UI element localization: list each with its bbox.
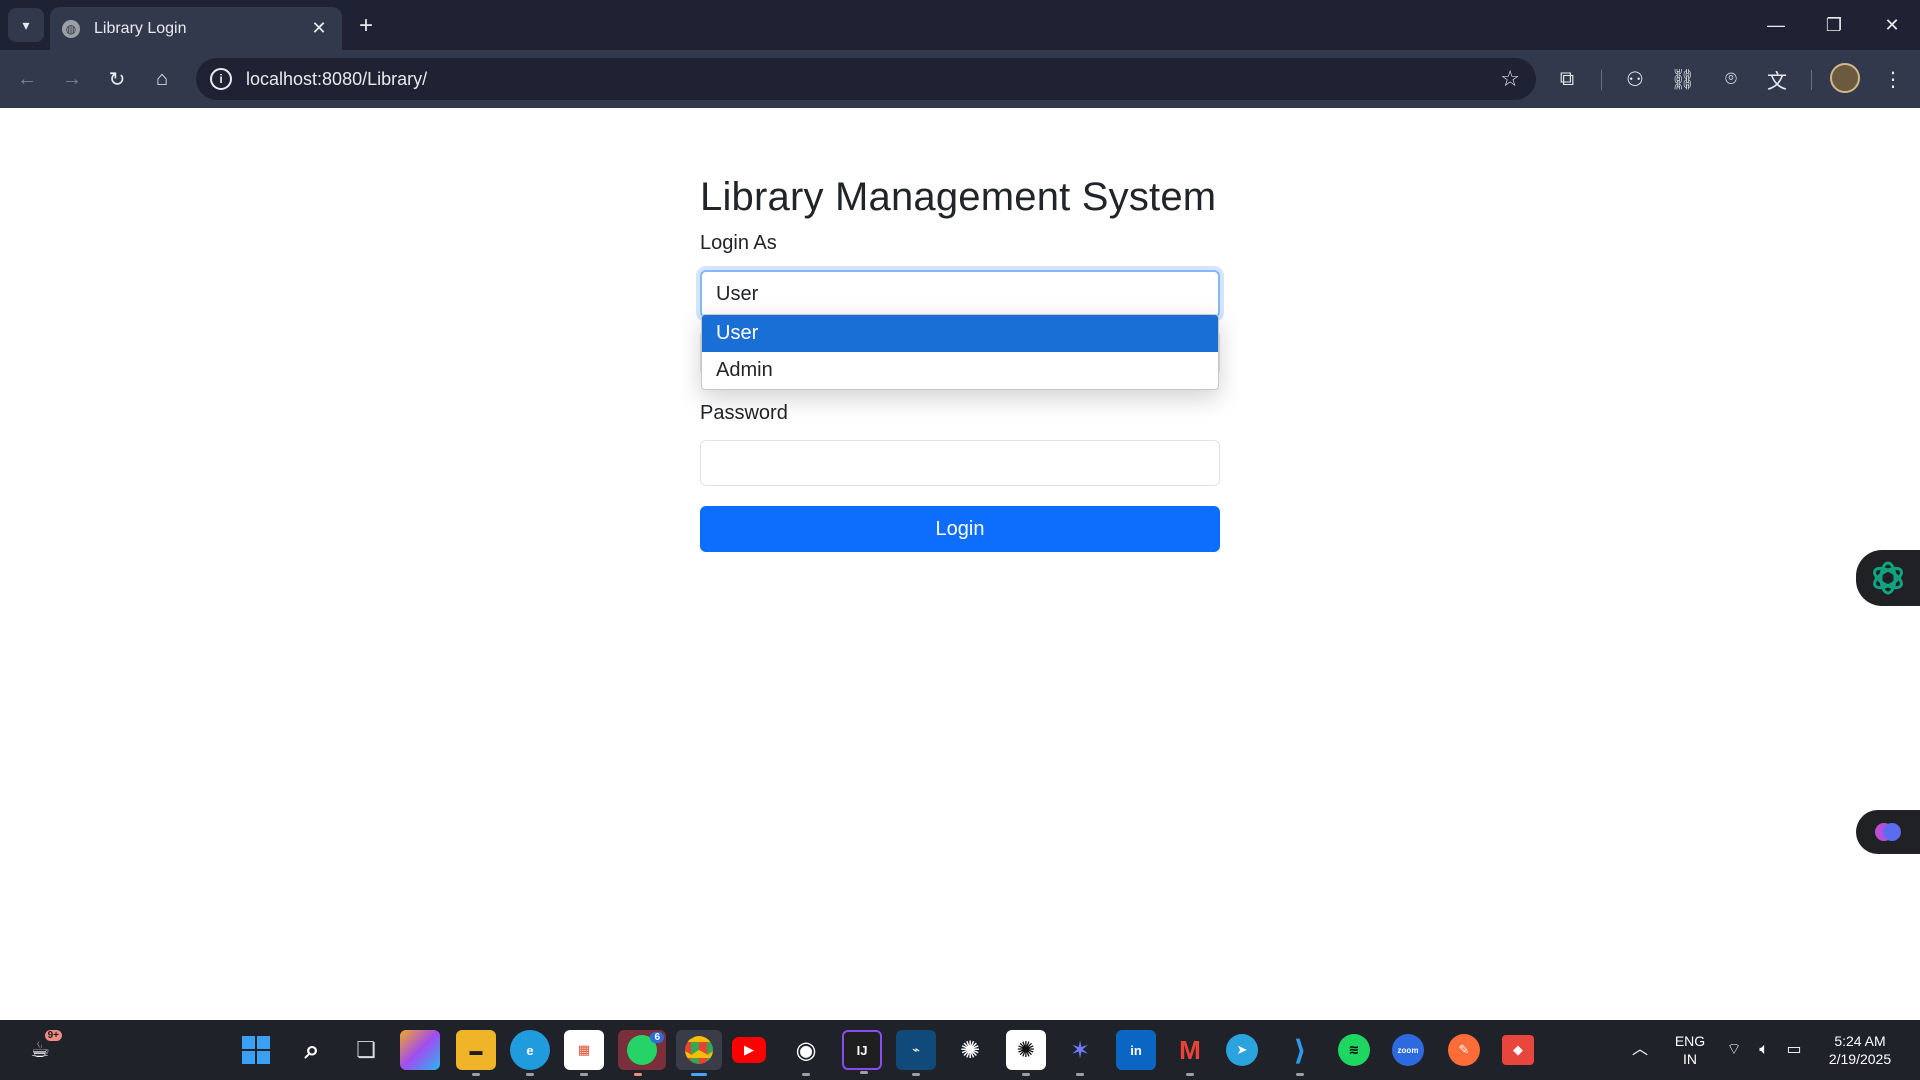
browser-titlebar: ▾ ◍ Library Login ✕ + — ❐ ✕ <box>0 0 1920 50</box>
gmail-icon[interactable]: M <box>1170 1030 1210 1076</box>
ai-brain-sidebar-button[interactable] <box>1856 810 1920 854</box>
incognito-icon[interactable]: ⚇ <box>1618 62 1652 96</box>
github-icon[interactable]: ◉ <box>786 1030 826 1076</box>
bookmark-star-icon[interactable]: ☆ <box>1500 66 1520 92</box>
password-label: Password <box>700 402 788 424</box>
clock-date: 2/19/2025 <box>1828 1051 1892 1067</box>
minimize-button[interactable]: — <box>1748 0 1804 50</box>
task-view-icon[interactable]: ❏ <box>346 1030 386 1070</box>
language-line1: ENG <box>1674 1033 1706 1049</box>
search-icon[interactable]: ⌕ <box>292 1030 332 1070</box>
toolbar-divider <box>1601 70 1602 90</box>
profile-avatar[interactable] <box>1830 63 1860 93</box>
widgets-icon[interactable]: ☕ 9+ <box>20 1030 62 1070</box>
wifi-icon[interactable]: ⌔ <box>1722 1020 1746 1080</box>
language-line2: IN <box>1683 1051 1697 1067</box>
copilot-icon[interactable] <box>400 1030 440 1070</box>
file-explorer-icon[interactable]: ▬ <box>456 1030 496 1076</box>
globe-icon: ◍ <box>62 19 80 38</box>
tab-search-button[interactable]: ▾ <box>8 8 44 42</box>
option-admin[interactable]: Admin <box>702 352 1218 389</box>
link-icon[interactable]: ⛓ <box>1666 62 1700 96</box>
language-indicator[interactable]: ENG IN <box>1670 1020 1710 1080</box>
login-as-value: User <box>716 282 759 305</box>
reload-button[interactable]: ↻ <box>100 62 134 96</box>
browser-tab[interactable]: ◍ Library Login ✕ <box>50 7 342 50</box>
postman-icon[interactable]: ✎ <box>1448 1034 1480 1066</box>
address-bar[interactable]: i localhost:8080/Library/ ☆ <box>196 58 1536 100</box>
login-button[interactable]: Login <box>700 506 1220 552</box>
menu-kebab-icon[interactable]: ⋮ <box>1876 62 1910 96</box>
zoom-icon[interactable]: zoom <box>1392 1034 1424 1066</box>
login-as-dropdown: User Admin <box>701 314 1219 390</box>
battery-icon[interactable]: ▭ <box>1782 1020 1806 1080</box>
password-field[interactable] <box>700 440 1220 486</box>
clock-time: 5:24 AM <box>1834 1033 1886 1049</box>
back-button[interactable]: ← <box>10 62 44 96</box>
telegram-icon[interactable]: ➤ <box>1226 1034 1258 1066</box>
tab-title: Library Login <box>94 19 187 37</box>
chevron-down-icon: ▾ <box>22 16 30 33</box>
chatgpt-icon <box>1873 561 1903 595</box>
intellij-icon[interactable]: IJ <box>842 1030 882 1074</box>
option-user[interactable]: User <box>702 315 1218 352</box>
vscode-icon[interactable]: ⟩ <box>1280 1030 1320 1076</box>
page-title: Library Management System <box>700 175 1217 219</box>
home-button[interactable]: ⌂ <box>145 62 179 96</box>
chatgpt-sidebar-button[interactable] <box>1856 550 1920 606</box>
close-window-button[interactable]: ✕ <box>1864 0 1920 50</box>
whatsapp-icon[interactable]: 6 <box>618 1030 666 1076</box>
pwa-app-icon[interactable]: ✶ <box>1060 1030 1100 1076</box>
extensions-icon[interactable]: ⧉ <box>1550 62 1584 96</box>
brain-icon <box>1875 823 1901 841</box>
forward-button[interactable]: → <box>55 62 89 96</box>
login-as-select[interactable]: User <box>700 270 1220 318</box>
volume-icon[interactable]: 🔈︎ <box>1752 1020 1776 1080</box>
git-client-icon[interactable]: ◆ <box>1502 1035 1534 1065</box>
login-as-label: Login As <box>700 232 777 254</box>
edge-icon[interactable]: e <box>510 1030 550 1076</box>
chrome-icon[interactable] <box>676 1030 722 1076</box>
translate-icon[interactable]: 文 <box>1760 62 1794 96</box>
browser-toolbar: ← → ↻ ⌂ i localhost:8080/Library/ ☆ ⧉ ⚇ … <box>0 50 1920 108</box>
restore-button[interactable]: ❐ <box>1806 0 1862 50</box>
spotify-icon[interactable]: ≋ <box>1338 1034 1370 1066</box>
url-text: localhost:8080/Library/ <box>246 68 428 89</box>
linkedin-icon[interactable]: in <box>1116 1030 1156 1070</box>
windows-taskbar: ☕ 9+ ⌕ ❏ ▬ e ▦ 6 ▶ ◉ IJ ⌁ ✺ ✺ ✶ in M ➤ ⟩… <box>0 1020 1920 1080</box>
notification-badge: 9+ <box>44 1030 62 1041</box>
mysql-workbench-icon[interactable]: ⌁ <box>896 1030 936 1076</box>
new-tab-button[interactable]: + <box>352 12 380 40</box>
site-info-icon[interactable]: i <box>210 68 232 90</box>
close-tab-icon[interactable]: ✕ <box>308 18 330 40</box>
microsoft-store-icon[interactable]: ▦ <box>564 1030 604 1076</box>
chevron-up-icon[interactable]: ︿ <box>1628 1020 1652 1080</box>
windows-start-icon[interactable] <box>236 1030 276 1070</box>
toolbar-divider <box>1811 70 1812 90</box>
whatsapp-badge: 6 <box>650 1032 664 1043</box>
page-content: Library Management System Login As User … <box>0 108 1920 1020</box>
chatgpt-pwa-icon[interactable]: ✺ <box>1006 1030 1046 1076</box>
youtube-icon[interactable]: ▶ <box>732 1037 766 1063</box>
chatgpt-app-icon[interactable]: ✺ <box>950 1030 990 1070</box>
screenshot-icon[interactable]: ⌾ <box>1714 62 1748 96</box>
clock[interactable]: 5:24 AM 2/19/2025 <box>1820 1020 1900 1080</box>
